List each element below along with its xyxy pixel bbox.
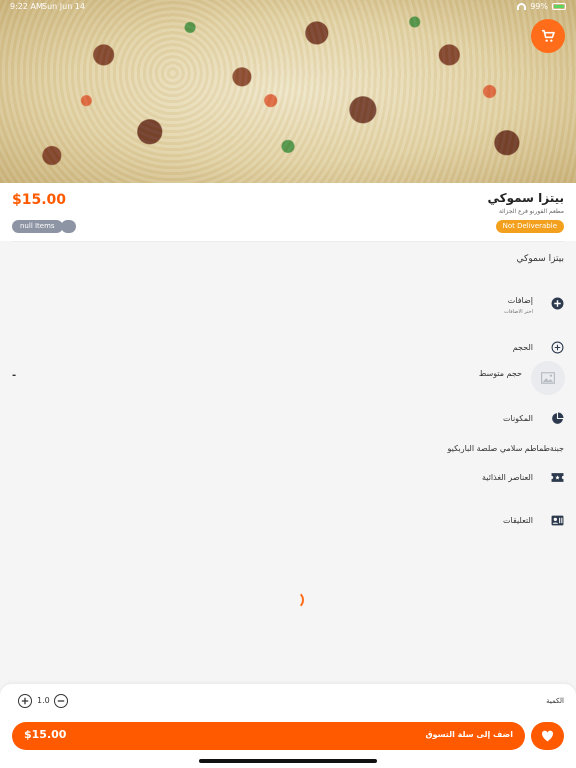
plus-circle-icon[interactable] [551,297,564,310]
size-title: الحجم [512,343,533,352]
favorite-button[interactable] [531,722,564,750]
home-indicator[interactable] [199,759,377,763]
quantity-value: 1.0 [37,696,50,705]
total-price: $15.00 [24,728,67,741]
pie-chart-icon [551,412,564,425]
items-chip: null Items [12,220,63,233]
status-bar: 9:22 AM Sun Jun 14 99% [0,2,576,14]
battery-percent: 99% [530,2,548,11]
size-option-price: - [12,370,17,381]
product-description: بيتزا سموكي [516,254,564,264]
additions-hint: اختر الاضافات [504,309,533,315]
nutrition-title: العناصر الغذائية [482,473,533,482]
size-option-image[interactable] [531,361,565,395]
plus-circle-outline-icon[interactable] [551,341,564,354]
status-date: Sun Jun 14 [42,2,85,11]
battery-icon [552,3,566,10]
plus-icon [21,697,29,705]
wifi-icon [517,3,527,10]
status-time: 9:22 AM [10,2,43,11]
image-icon [541,372,555,384]
product-info: $15.00 بيتزا سموكي مطعم الفورنو فرع الجز… [0,183,576,241]
ingredients-title: المكونات [502,414,533,423]
minus-icon [57,700,65,702]
cart-icon [542,29,555,42]
status-right: 99% [517,2,566,11]
divider [12,241,564,242]
loading-spinner [286,591,304,609]
product-image [0,0,576,183]
empty-chip [61,220,76,233]
ingredients-value: جبنةطماطم سلامي صلصة الباربكيو [447,444,564,453]
heart-icon [542,730,553,742]
product-price: $15.00 [12,192,67,208]
size-option-label[interactable]: حجم متوسط [479,369,522,378]
ticket-icon [551,471,564,484]
comments-title[interactable]: التعليقات [503,516,533,525]
add-to-cart-button[interactable]: $15.00 اضف إلى سلة التسوق [12,722,525,750]
decrease-quantity-button[interactable] [54,694,68,708]
bottom-action-bar: الكمية 1.0 $15.00 اضف إلى سلة التسوق [0,684,576,768]
product-title: بيتزا سموكي [487,191,564,205]
add-to-cart-label: اضف إلى سلة التسوق [425,730,514,739]
additions-title[interactable]: إضافات [508,296,533,305]
increase-quantity-button[interactable] [18,694,32,708]
restaurant-name: مطعم الفورنو فرع الجزائة [498,208,564,215]
delivery-status-badge: Not Deliverable [495,220,564,233]
cart-button[interactable] [531,19,565,53]
quantity-label: الكمية [546,697,564,705]
contact-card-icon[interactable] [551,514,564,527]
